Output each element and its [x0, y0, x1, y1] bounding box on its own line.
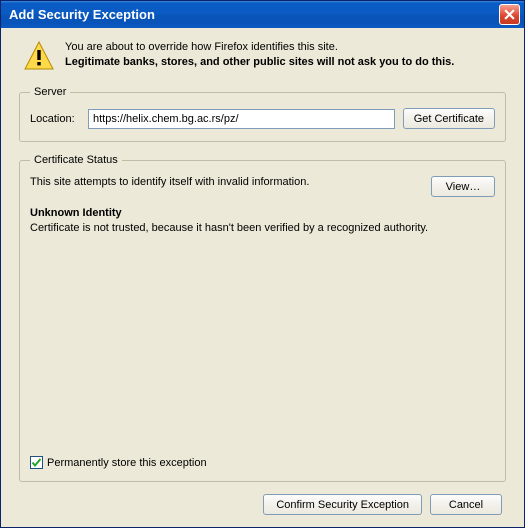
permanent-store-label: Permanently store this exception	[47, 457, 207, 469]
intro-line2: Legitimate banks, stores, and other publ…	[65, 55, 502, 70]
intro-text: You are about to override how Firefox id…	[65, 40, 502, 71]
server-legend: Server	[30, 86, 70, 98]
permanent-store-row: Permanently store this exception	[30, 448, 495, 469]
window-title: Add Security Exception	[9, 7, 499, 22]
location-input[interactable]	[88, 109, 395, 129]
dialog-window: Add Security Exception You are about to …	[0, 0, 525, 528]
unknown-identity-heading: Unknown Identity	[30, 207, 495, 219]
location-label: Location:	[30, 113, 80, 125]
unknown-identity-body: Certificate is not trusted, because it h…	[30, 221, 495, 235]
close-button[interactable]	[499, 4, 520, 25]
dialog-body: You are about to override how Firefox id…	[1, 28, 524, 527]
dialog-footer: Confirm Security Exception Cancel	[19, 490, 506, 515]
intro-row: You are about to override how Firefox id…	[19, 40, 506, 72]
certificate-status-group: Certificate Status This site attempts to…	[19, 154, 506, 482]
cert-attempt-message: This site attempts to identify itself wi…	[30, 176, 423, 188]
warning-icon	[23, 40, 55, 72]
cancel-button[interactable]: Cancel	[430, 494, 502, 515]
get-certificate-button[interactable]: Get Certificate	[403, 108, 495, 129]
server-group: Server Location: Get Certificate	[19, 86, 506, 142]
confirm-exception-button[interactable]: Confirm Security Exception	[263, 494, 422, 515]
view-certificate-button[interactable]: View…	[431, 176, 495, 197]
intro-line1: You are about to override how Firefox id…	[65, 40, 502, 55]
titlebar[interactable]: Add Security Exception	[1, 1, 524, 28]
cert-status-legend: Certificate Status	[30, 154, 122, 166]
check-icon	[31, 457, 42, 468]
permanent-store-checkbox[interactable]	[30, 456, 43, 469]
close-icon	[504, 9, 515, 20]
